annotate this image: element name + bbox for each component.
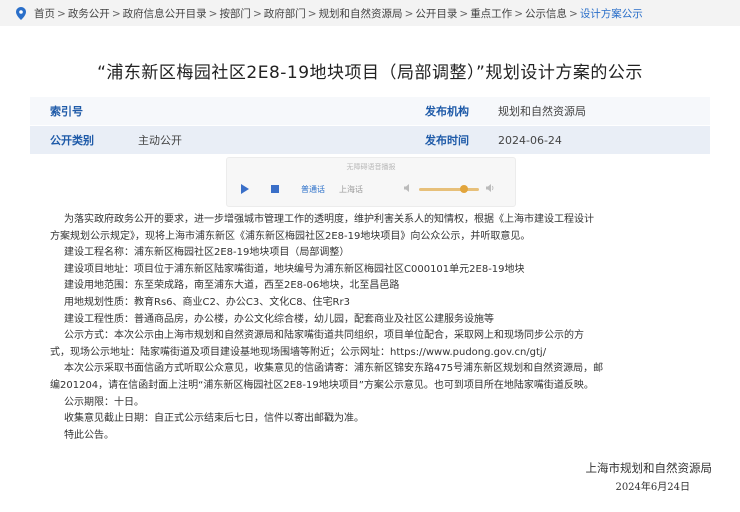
lang-shanghai-button[interactable]: 上海话: [339, 184, 363, 195]
breadcrumb-separator: >: [57, 7, 66, 20]
body-paragraph: 公示方式：本次公示由上海市规划和自然资源局和陆家嘴街道共同组织，项目单位配合，采…: [64, 330, 584, 342]
breadcrumb-link[interactable]: 政府部门: [264, 8, 306, 20]
body-paragraph: 建设工程性质：普通商品房，办公楼，办公文化综合楼，幼儿园，配套商业及社区公建服务…: [64, 313, 494, 325]
index-label: 索引号: [50, 105, 83, 118]
body-paragraph: 建设工程名称：浦东新区梅园社区2E8-19地块项目（局部调整）: [64, 247, 350, 259]
body-paragraph: 建设项目地址：项目位于浦东新区陆家嘴街道，地块编号为浦东新区梅园社区C00010…: [64, 263, 525, 275]
time-value: 2024-06-24: [498, 133, 562, 147]
breadcrumb-separator: >: [111, 7, 121, 20]
body-paragraph: 本次公示采取书面信函方式听取公众意见，收集意见的信函请寄：浦东新区锦安东路475…: [64, 363, 604, 375]
org-label: 发布机构: [425, 105, 469, 118]
play-icon[interactable]: [241, 184, 249, 194]
volume-slider[interactable]: [419, 188, 479, 191]
page-title: “浦东新区梅园社区2E8-19地块项目（局部调整）”规划设计方案的公示: [97, 63, 643, 83]
breadcrumb-link[interactable]: 公开目录: [415, 8, 457, 20]
breadcrumb-separator: >: [208, 7, 218, 20]
body-paragraph: 用地规划性质：教育Rs6、商业C2、办公C3、文化C8、住宅Rr3: [64, 296, 350, 308]
category-label: 公开类别: [50, 134, 94, 147]
sign-date: 2024年6月24日: [615, 482, 690, 493]
meta-row-index: 索引号 发布机构 规划和自然资源局: [30, 97, 710, 125]
time-label: 发布时间: [425, 134, 469, 147]
audio-player: 无障碍语音播报 普通话 上海话: [226, 157, 516, 207]
body-paragraph: 特此公告。: [64, 429, 114, 441]
breadcrumb-separator: >: [459, 7, 469, 20]
signature: 上海市规划和自然资源局: [585, 461, 713, 475]
lang-mandarin-button[interactable]: 普通话: [301, 184, 325, 195]
breadcrumb-link[interactable]: 公示信息: [525, 8, 567, 20]
body-paragraph: 为落实政府政务公开的要求，进一步增强城市管理工作的透明度，维护利害关系人的知情权…: [64, 214, 594, 225]
body-paragraph: 式，现场公示地址：陆家嘴街道及项目建设基地现场围墙等附近；公示网址：https:…: [50, 346, 547, 358]
body-paragraph: 方案规划公示规定》，现将上海市浦东新区《浦东新区梅园社区2E8-19地块项目》向…: [50, 230, 531, 242]
volume-slider-handle[interactable]: [460, 185, 468, 193]
breadcrumb-link[interactable]: 设计方案公示: [580, 8, 643, 20]
breadcrumb-link[interactable]: 按部门: [219, 8, 251, 20]
breadcrumb-separator: >: [514, 7, 523, 20]
breadcrumb-link[interactable]: 规划和自然资源局: [319, 8, 403, 20]
breadcrumb-separator: >: [307, 7, 317, 20]
meta-row-category: 公开类别 主动公开 发布时间 2024-06-24: [30, 126, 710, 154]
breadcrumb: 首页 > 政务公开 > 政府信息公开目录 > 按部门 > 政府部门 > 规划和自然资源局 > 公开目录 >…: [0, 0, 740, 26]
volume-high-icon[interactable]: [485, 183, 495, 193]
breadcrumb-link[interactable]: 重点工作: [470, 8, 512, 20]
breadcrumb-separator: >: [252, 7, 262, 20]
player-hint: 无障碍语音播报: [346, 163, 396, 171]
breadcrumb-separator: >: [569, 7, 578, 20]
category-value: 主动公开: [138, 134, 182, 147]
org-value: 规划和自然资源局: [498, 105, 586, 118]
stop-icon[interactable]: [271, 185, 279, 193]
body-paragraph: 收集意见截止日期：自正式公示结束后七日，信件以寄出邮戳为准。: [64, 413, 364, 425]
breadcrumb-link[interactable]: 政务公开: [68, 8, 110, 20]
breadcrumb-link[interactable]: 首页: [34, 8, 55, 20]
location-pin-icon: [16, 6, 26, 20]
body-paragraph: 编201204，请在信函封面上注明“浦东新区梅园社区2E8-19地块项目”方案公…: [50, 379, 594, 391]
announcement-body: 为落实政府政务公开的要求，进一步增强城市管理工作的透明度，维护利害关系人的知情权…: [50, 212, 710, 444]
breadcrumb-separator: >: [404, 7, 414, 20]
breadcrumb-link[interactable]: 政府信息公开目录: [123, 8, 207, 20]
body-paragraph: 公示期限：十日。: [64, 396, 144, 408]
volume-low-icon[interactable]: [403, 183, 413, 193]
body-paragraph: 建设用地范围：东至荣成路，南至浦东大道，西至2E8-06地块，北至昌邑路: [64, 280, 400, 292]
